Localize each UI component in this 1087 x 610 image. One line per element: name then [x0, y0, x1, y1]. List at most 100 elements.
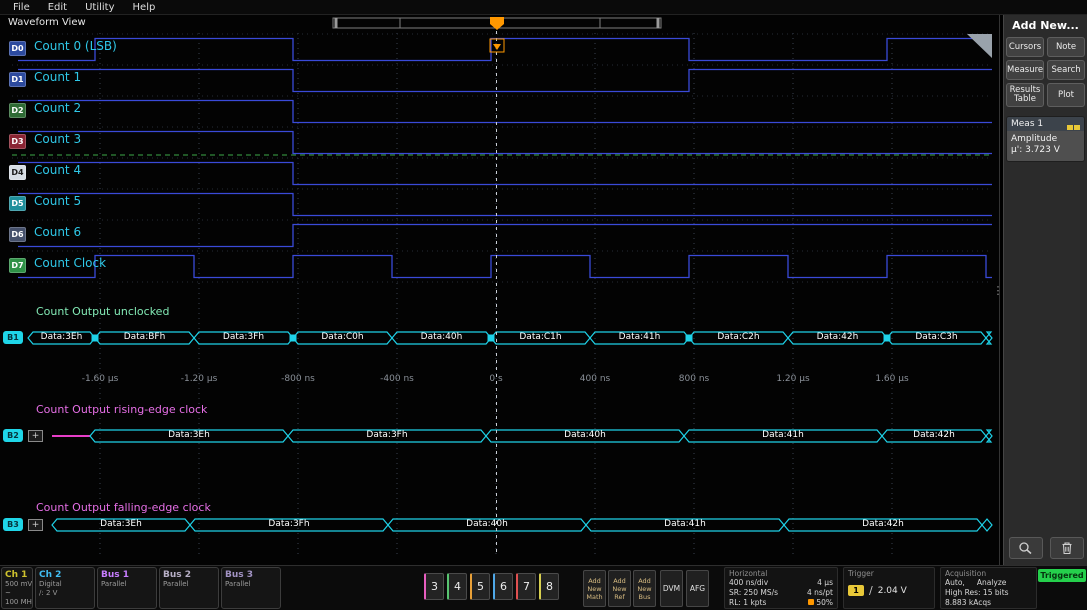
trigger-title: Trigger: [848, 569, 930, 578]
afg-button[interactable]: AFG: [686, 570, 709, 607]
channel-3-button[interactable]: 3: [424, 573, 444, 600]
digital-channel-name: Count 6: [34, 225, 81, 239]
bus-data-value: Data:BFh: [124, 332, 166, 342]
bus-data-value: Data:40h: [466, 519, 508, 529]
add-new-math-button[interactable]: AddNewMath: [583, 570, 606, 607]
channel-badge-detail: 500 mV/div: [5, 580, 29, 589]
expand-button[interactable]: +: [28, 430, 43, 442]
horizontal-value: RL: 1 kpts: [729, 598, 766, 608]
bus-data-value: Data:3Eh: [168, 430, 210, 440]
digital-channel-badge-d5[interactable]: D5: [9, 196, 26, 211]
bus-data-value: Data:42h: [817, 332, 859, 342]
digital-channel-badge-d1[interactable]: D1: [9, 72, 26, 87]
channel-badge-detail: Digital: [39, 580, 91, 589]
horizontal-value: 50%: [808, 598, 833, 608]
trigger-settings: 1 ∕ 2.04 V: [848, 584, 930, 597]
channel-4-button[interactable]: 4: [447, 573, 467, 600]
add-search-button[interactable]: Search: [1047, 60, 1085, 80]
plot-overlays: D0Count 0 (LSB)D1Count 1D2Count 2D3Count…: [0, 15, 1000, 565]
measurement-badge-header[interactable]: Meas 1: [1007, 117, 1084, 131]
dvm-button[interactable]: DVM: [660, 570, 683, 607]
digital-channel-name: Count 1: [34, 70, 81, 84]
horizontal-value: 4 µs: [817, 578, 833, 588]
results-bar: Add New... CursorsNoteMeasureSearchResul…: [1003, 15, 1087, 565]
bus-data-value: Data:3Fh: [223, 332, 264, 342]
bus-data-value: Data:42h: [913, 430, 955, 440]
bus-badge-b1[interactable]: B1: [3, 331, 23, 344]
digital-channel-badge-d4[interactable]: D4: [9, 165, 26, 180]
digital-channel-badge-d7[interactable]: D7: [9, 258, 26, 273]
waveform-view-panel: D0Count 0 (LSB)D1Count 1D2Count 2D3Count…: [0, 15, 1000, 565]
measurement-badge[interactable]: Meas 1 Amplitude µ': 3.723 V: [1006, 116, 1085, 162]
trigger-panel[interactable]: Trigger 1 ∕ 2.04 V: [843, 567, 935, 609]
time-axis-label: 1.20 µs: [776, 374, 809, 384]
bus-data-value: Data:40h: [564, 430, 606, 440]
digital-channel-badge-d0[interactable]: D0: [9, 41, 26, 56]
bus-badge-b2[interactable]: B2: [3, 429, 23, 442]
trigger-source-badge: 1: [848, 585, 864, 596]
add-button-text: Add: [638, 577, 651, 585]
horizontal-panel[interactable]: Horizontal 400 ns/div4 µsSR: 250 MS/s4 n…: [724, 567, 838, 609]
bus-badge-b3[interactable]: B3: [3, 518, 23, 531]
trigger-status-badge: Triggered: [1038, 569, 1086, 582]
splitter-dots-icon: ⋮: [993, 284, 1004, 297]
bus-data-value: Data:3Eh: [100, 519, 142, 529]
channel-badge-title: Ch 2: [39, 570, 91, 580]
time-axis-label: -1.60 µs: [82, 374, 119, 384]
digital-channel-badge-d2[interactable]: D2: [9, 103, 26, 118]
settings-bar: Horizontal 400 ns/div4 µsSR: 250 MS/s4 n…: [0, 565, 1087, 610]
add-plot-button[interactable]: Plot: [1047, 83, 1085, 107]
channel-6-button[interactable]: 6: [493, 573, 513, 600]
add-cursors-button[interactable]: Cursors: [1006, 37, 1044, 57]
trash-button[interactable]: [1050, 537, 1084, 559]
add-button-text: New: [637, 585, 651, 593]
digital-channel-badge-d6[interactable]: D6: [9, 227, 26, 242]
reference-marker-icon: [808, 599, 814, 605]
digital-channel-badge-d3[interactable]: D3: [9, 134, 26, 149]
digital-channel-name: Count 5: [34, 194, 81, 208]
horizontal-values: 400 ns/div4 µsSR: 250 MS/s4 ns/ptRL: 1 k…: [729, 578, 833, 608]
channel-badge-title: Bus 2: [163, 570, 215, 580]
bus-title-b3: Count Output falling-edge clock: [36, 501, 211, 514]
acquisition-count: 8.883 kAcqs: [945, 598, 1032, 608]
menu-help[interactable]: Help: [124, 2, 165, 13]
add-results-table-button[interactable]: Results Table: [1006, 83, 1044, 107]
bus-data-value: Data:3Fh: [268, 519, 309, 529]
digital-channel-name: Count Clock: [34, 256, 106, 270]
menu-edit[interactable]: Edit: [39, 2, 76, 13]
add-new-buttons: CursorsNoteMeasureSearchResults TablePlo…: [1006, 37, 1085, 107]
channel-badge-bus1[interactable]: Bus 1Parallel: [97, 567, 157, 609]
horizontal-title: Horizontal: [729, 569, 833, 578]
add-new-ref-button[interactable]: AddNewRef: [608, 570, 631, 607]
channel-badge-title: Bus 1: [101, 570, 153, 580]
menu-file[interactable]: File: [4, 2, 39, 13]
zoom-button[interactable]: [1009, 537, 1043, 559]
channel-badge-bus2[interactable]: Bus 2Parallel: [159, 567, 219, 609]
add-new-bus-button[interactable]: AddNewBus: [633, 570, 656, 607]
channel-badge-title: Ch 1: [5, 570, 29, 580]
menu-utility[interactable]: Utility: [76, 2, 123, 13]
channel-8-button[interactable]: 8: [539, 573, 559, 600]
channel-5-button[interactable]: 5: [470, 573, 490, 600]
bus-title-b2: Count Output rising-edge clock: [36, 403, 207, 416]
horizontal-value: 4 ns/pt: [807, 588, 833, 598]
add-measure-button[interactable]: Measure: [1006, 60, 1044, 80]
bus-data-value: Data:42h: [862, 519, 904, 529]
digital-channel-name: Count 4: [34, 163, 81, 177]
trigger-level: 2.04 V: [878, 586, 907, 596]
channel-7-button[interactable]: 7: [516, 573, 536, 600]
acquisition-panel[interactable]: Acquisition Auto, Analyze High Res: 15 b…: [940, 567, 1037, 609]
panel-splitter[interactable]: ⋮: [993, 15, 1003, 565]
channel-badge-bus3[interactable]: Bus 3Parallel: [221, 567, 281, 609]
channel-badge-ch1[interactable]: Ch 1500 mV/div~100 MHz: [1, 567, 33, 609]
bus-data-value: Data:C1h: [519, 332, 561, 342]
menu-bar: FileEditUtilityHelp: [0, 0, 1087, 15]
measurement-badge-body: Amplitude µ': 3.723 V: [1007, 131, 1084, 161]
add-note-button[interactable]: Note: [1047, 37, 1085, 57]
acquisition-title: Acquisition: [945, 569, 1032, 578]
time-axis-label: 400 ns: [580, 374, 610, 384]
channel-badge-ch2[interactable]: Ch 2Digital∕: 2 V: [35, 567, 95, 609]
time-axis-label: 0 s: [489, 374, 502, 384]
expand-button[interactable]: +: [28, 519, 43, 531]
add-button-text: Add: [588, 577, 601, 585]
